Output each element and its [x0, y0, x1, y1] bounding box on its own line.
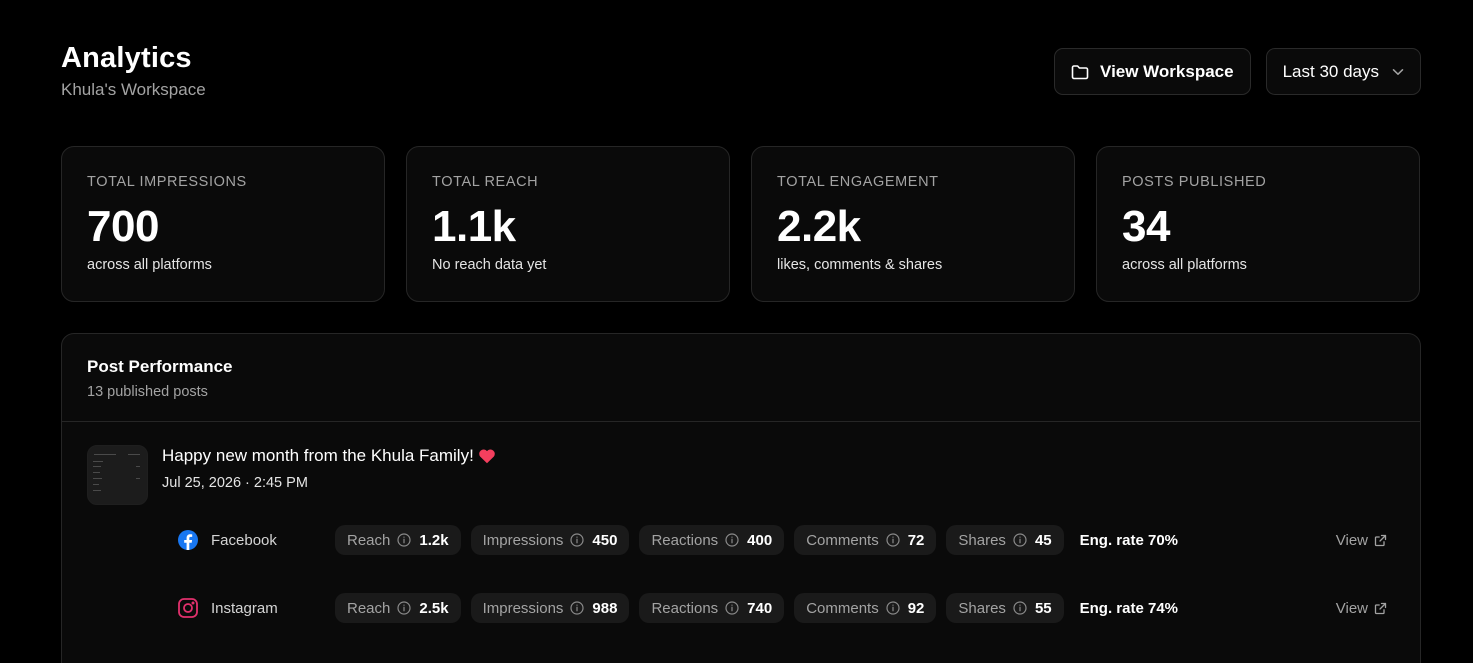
- folder-icon: [1071, 64, 1089, 80]
- metric-value: 450: [592, 531, 618, 549]
- stat-description: No reach data yet: [432, 257, 547, 273]
- platform-instagram: Instagram: [177, 597, 335, 619]
- platform-name-label: Instagram: [211, 599, 278, 617]
- metric-value: 400: [747, 531, 773, 549]
- page-title: Analytics: [61, 42, 192, 74]
- stats-row: TOTAL IMPRESSIONS 700 across all platfor…: [61, 146, 1420, 302]
- metric-label: Comments: [806, 599, 879, 617]
- chevron-down-icon: [1392, 68, 1404, 76]
- view-workspace-label: View Workspace: [1100, 61, 1234, 81]
- view-post-link[interactable]: View: [1336, 532, 1387, 549]
- view-workspace-button[interactable]: View Workspace: [1054, 48, 1251, 95]
- metric-label: Impressions: [482, 599, 564, 617]
- metric-value: 740: [747, 599, 773, 617]
- metric-label: Reach: [347, 531, 391, 549]
- metric-label: Reach: [347, 599, 391, 617]
- post-thumbnail: [87, 445, 148, 505]
- facebook-icon: [177, 529, 199, 551]
- stat-card-posts: POSTS PUBLISHED 34 across all platforms: [1096, 146, 1420, 302]
- info-icon[interactable]: [725, 601, 739, 615]
- platform-row-instagram: Instagram Reach 2.5k Impressions 988 Rea…: [177, 592, 1387, 624]
- metric-label: Reactions: [651, 531, 719, 549]
- info-icon[interactable]: [886, 533, 900, 547]
- metric-value: 1.2k: [419, 531, 449, 549]
- stat-description: likes, comments & shares: [777, 257, 943, 273]
- stat-card-engagement: TOTAL ENGAGEMENT 2.2k likes, comments & …: [751, 146, 1075, 302]
- external-link-icon: [1374, 602, 1387, 615]
- platform-facebook: Facebook: [177, 529, 335, 551]
- post-title: Happy new month from the Khula Family!: [162, 445, 1395, 467]
- view-label: View: [1335, 531, 1368, 549]
- metric-reach: Reach 2.5k: [335, 593, 461, 623]
- metric-comments: Comments 72: [794, 525, 937, 555]
- metric-value: 72: [907, 531, 925, 549]
- instagram-icon: [177, 597, 199, 619]
- date-range-select[interactable]: Last 30 days: [1265, 48, 1421, 95]
- post-meta: Happy new month from the Khula Family! J…: [162, 445, 1395, 492]
- stat-label: TOTAL IMPRESSIONS: [87, 174, 247, 190]
- info-icon[interactable]: [725, 533, 739, 547]
- heart-icon: [478, 448, 496, 464]
- engagement-rate: Eng. rate 74%: [1079, 599, 1178, 617]
- post-title-text: Happy new month from the Khula Family!: [162, 446, 474, 465]
- metric-label: Shares: [958, 599, 1006, 617]
- info-icon[interactable]: [570, 601, 585, 615]
- metric-chips: Reach 1.2k Impressions 450 Reactions 400…: [335, 525, 1178, 555]
- metric-value: 45: [1034, 531, 1052, 549]
- metric-comments: Comments 92: [794, 593, 937, 623]
- view-post-link[interactable]: View: [1336, 600, 1387, 617]
- stat-card-reach: TOTAL REACH 1.1k No reach data yet: [406, 146, 730, 302]
- stat-description: across all platforms: [87, 257, 212, 273]
- info-icon[interactable]: [397, 533, 411, 547]
- metric-value: 988: [592, 599, 618, 617]
- analytics-page: Analytics Khula's Workspace View Workspa…: [0, 0, 1473, 663]
- info-icon[interactable]: [397, 601, 411, 615]
- post-date: Jul 25, 2026 · 2:45 PM: [162, 475, 308, 491]
- workspace-name: Khula's Workspace: [61, 80, 206, 99]
- metric-chips: Reach 2.5k Impressions 988 Reactions 740…: [335, 593, 1178, 623]
- view-label: View: [1335, 599, 1368, 617]
- info-icon[interactable]: [886, 601, 900, 615]
- metric-label: Reactions: [651, 599, 719, 617]
- post-item[interactable]: Happy new month from the Khula Family! J…: [62, 422, 1420, 505]
- external-link-icon: [1374, 534, 1387, 547]
- stat-value: 34: [1122, 202, 1170, 251]
- metric-value: 2.5k: [419, 599, 449, 617]
- stat-label: TOTAL ENGAGEMENT: [777, 174, 939, 190]
- metric-label: Impressions: [482, 531, 564, 549]
- stat-label: TOTAL REACH: [432, 174, 539, 190]
- header-actions: View Workspace Last 30 days: [1054, 48, 1421, 95]
- metric-label: Comments: [806, 531, 879, 549]
- panel-header: Post Performance 13 published posts: [62, 334, 1420, 422]
- metric-impressions: Impressions 450: [470, 525, 630, 555]
- info-icon[interactable]: [1013, 533, 1027, 547]
- panel-title: Post Performance: [87, 357, 233, 376]
- stat-description: across all platforms: [1122, 257, 1247, 273]
- stat-value: 1.1k: [432, 202, 516, 251]
- platform-name-label: Facebook: [211, 531, 277, 549]
- date-range-label: Last 30 days: [1282, 61, 1379, 81]
- stat-label: POSTS PUBLISHED: [1122, 174, 1267, 190]
- metric-reach: Reach 1.2k: [335, 525, 461, 555]
- platform-row-facebook: Facebook Reach 1.2k Impressions 450 Reac…: [177, 524, 1387, 556]
- metric-label: Shares: [958, 531, 1006, 549]
- metric-impressions: Impressions 988: [470, 593, 630, 623]
- published-count: 13 published posts: [87, 384, 208, 400]
- metric-value: 55: [1034, 599, 1052, 617]
- stat-value: 2.2k: [777, 202, 861, 251]
- stat-card-impressions: TOTAL IMPRESSIONS 700 across all platfor…: [61, 146, 385, 302]
- info-icon[interactable]: [1013, 601, 1027, 615]
- metric-value: 92: [907, 599, 925, 617]
- stat-value: 700: [87, 202, 159, 251]
- metric-reactions: Reactions 740: [639, 593, 785, 623]
- page-header: Analytics Khula's Workspace: [61, 40, 206, 100]
- metric-shares: Shares 45: [946, 525, 1064, 555]
- post-performance-panel: Post Performance 13 published posts Happ…: [61, 333, 1421, 663]
- engagement-rate: Eng. rate 70%: [1079, 531, 1178, 549]
- metric-shares: Shares 55: [946, 593, 1064, 623]
- info-icon[interactable]: [570, 533, 585, 547]
- metric-reactions: Reactions 400: [639, 525, 785, 555]
